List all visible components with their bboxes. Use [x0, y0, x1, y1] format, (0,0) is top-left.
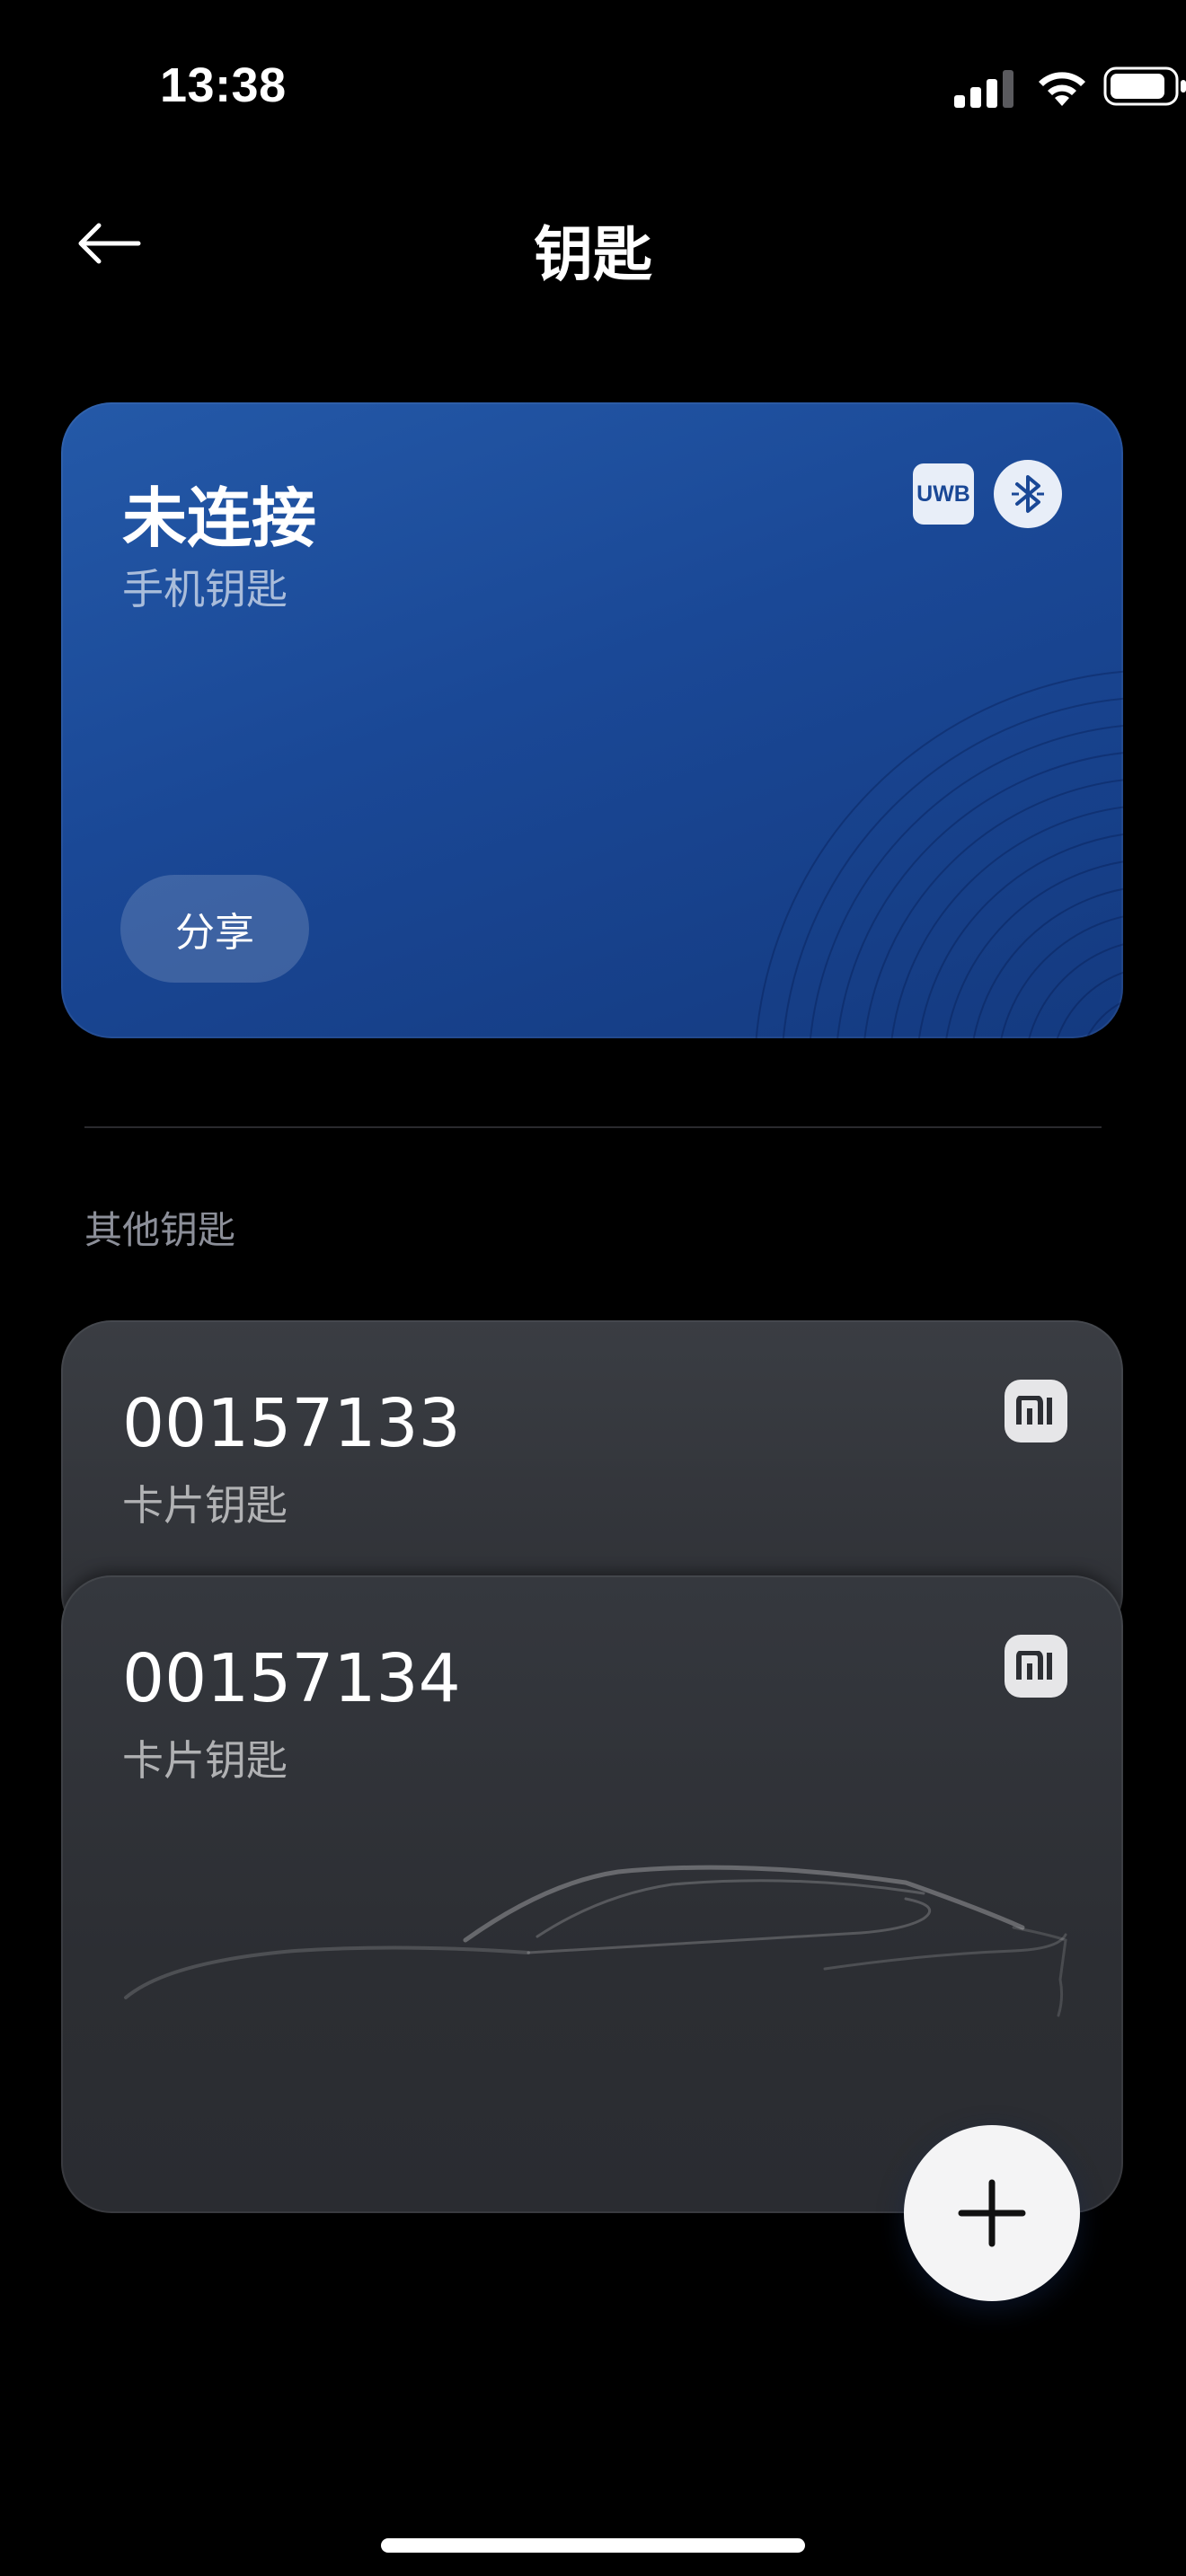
share-button[interactable]: 分享	[120, 875, 309, 983]
bluetooth-icon	[994, 460, 1062, 528]
status-time: 13:38	[160, 58, 287, 112]
battery-icon	[1103, 66, 1186, 106]
key-type-label: 卡片钥匙	[122, 1481, 288, 1530]
divider	[84, 1126, 1102, 1128]
car-silhouette-icon	[124, 1865, 1067, 2017]
uwb-badge: UWB	[913, 463, 974, 525]
wifi-icon	[1039, 72, 1085, 106]
phone-key-card[interactable]: 未连接 手机钥匙 UWB 分享	[61, 402, 1123, 1038]
mi-logo-icon	[1005, 1635, 1067, 1698]
card-key-item[interactable]: 00157134 卡片钥匙	[61, 1575, 1123, 2213]
connection-status: 未连接	[122, 481, 317, 556]
section-label: 其他钥匙	[84, 1208, 236, 1252]
page-title: 钥匙	[534, 220, 652, 289]
key-number: 00157134	[122, 1640, 461, 1717]
key-type-label: 手机钥匙	[122, 565, 288, 613]
home-indicator[interactable]	[381, 2538, 805, 2553]
key-number: 00157133	[122, 1385, 461, 1462]
add-key-button[interactable]	[904, 2125, 1080, 2301]
card-pattern	[755, 670, 1123, 1038]
mi-logo-icon	[1005, 1380, 1067, 1442]
plus-icon	[958, 2179, 1026, 2247]
signal-icon	[954, 70, 1013, 108]
key-type-label: 卡片钥匙	[122, 1736, 288, 1785]
